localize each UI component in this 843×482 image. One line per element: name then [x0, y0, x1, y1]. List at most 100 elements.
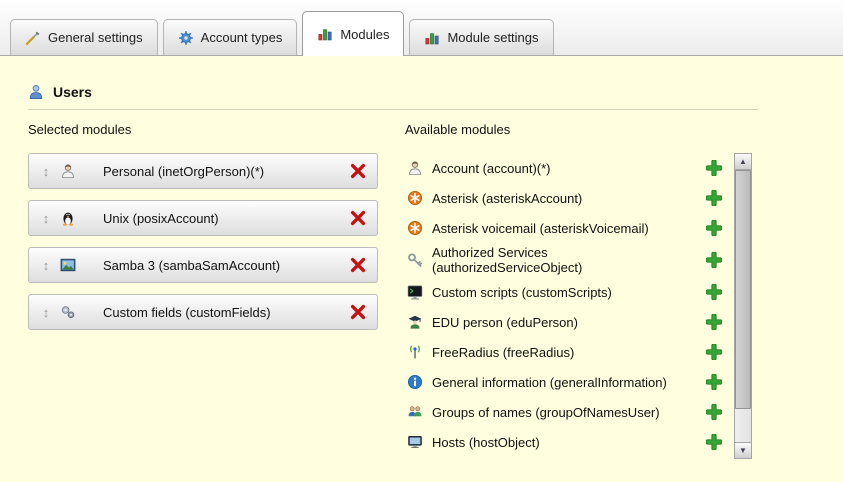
green-plus-icon: [706, 404, 722, 420]
selected-module-row[interactable]: ↕ Custom fields (customFields): [28, 294, 378, 330]
available-module-row: Custom scripts (customScripts): [405, 277, 734, 307]
drag-handle[interactable]: ↕: [39, 211, 53, 226]
tab-label: Module settings: [447, 30, 538, 45]
selected-module-label: Samba 3 (sambaSamAccount): [103, 258, 349, 273]
add-module-button[interactable]: [706, 374, 722, 390]
selected-module-row[interactable]: ↕ Personal (inetOrgPerson)(*): [28, 153, 378, 189]
tab-bar: General settings Account types Modules M…: [0, 0, 843, 56]
available-module-label: Groups of names (groupOfNamesUser): [432, 405, 660, 420]
tux-icon: [60, 210, 76, 226]
tab-general-settings[interactable]: General settings: [10, 19, 158, 55]
remove-module-button[interactable]: [349, 162, 367, 180]
add-module-button[interactable]: [706, 252, 722, 268]
columns: Selected modules ↕ Personal (inetOrgPers…: [28, 122, 843, 459]
asterisk-icon: [407, 190, 423, 206]
remove-module-button[interactable]: [349, 303, 367, 321]
available-module-label: EDU person (eduPerson): [432, 315, 578, 330]
green-plus-icon: [706, 344, 722, 360]
scrollbar-track[interactable]: [735, 170, 751, 442]
available-module-label: Asterisk voicemail (asteriskVoicemail): [432, 221, 649, 236]
red-x-icon: [349, 209, 367, 227]
red-x-icon: [349, 256, 367, 274]
available-modules-panel: Account (account)(*) Asterisk (asteriskA…: [405, 153, 752, 459]
radius-icon: [407, 344, 423, 360]
user-icon: [28, 84, 44, 100]
gear-icon: [178, 30, 194, 46]
available-modules-column: Available modules Account (account)(*) A…: [405, 122, 752, 459]
available-module-label: Authorized Services (authorizedServiceOb…: [432, 245, 682, 275]
available-modules-list: Account (account)(*) Asterisk (asteriskA…: [405, 153, 734, 457]
green-plus-icon: [706, 314, 722, 330]
red-x-icon: [349, 162, 367, 180]
section-title: Users: [53, 84, 92, 100]
green-plus-icon: [706, 434, 722, 450]
person-icon: [407, 160, 423, 176]
available-module-row: Asterisk voicemail (asteriskVoicemail): [405, 213, 734, 243]
available-module-row: FreeRadius (freeRadius): [405, 337, 734, 367]
image-icon: [60, 257, 76, 273]
selected-module-label: Custom fields (customFields): [103, 305, 349, 320]
selected-module-row[interactable]: ↕ Samba 3 (sambaSamAccount): [28, 247, 378, 283]
selected-module-row[interactable]: ↕ Unix (posixAccount): [28, 200, 378, 236]
tab-label: Account types: [201, 30, 283, 45]
drag-handle[interactable]: ↕: [39, 258, 53, 273]
add-module-button[interactable]: [706, 434, 722, 450]
green-plus-icon: [706, 284, 722, 300]
tab-account-types[interactable]: Account types: [163, 19, 298, 55]
green-plus-icon: [706, 220, 722, 236]
group-icon: [407, 404, 423, 420]
scroll-up-button[interactable]: ▲: [735, 154, 751, 170]
selected-module-label: Unix (posixAccount): [103, 211, 349, 226]
green-plus-icon: [706, 190, 722, 206]
divider: [28, 109, 758, 110]
content: Users Selected modules ↕ Personal (inetO…: [0, 56, 843, 459]
available-modules-heading: Available modules: [405, 122, 752, 137]
section-header: Users: [28, 84, 843, 100]
drag-handle[interactable]: ↕: [39, 305, 53, 320]
tools-icon: [25, 30, 41, 46]
tab-modules[interactable]: Modules: [302, 11, 404, 56]
page: General settings Account types Modules M…: [0, 0, 843, 482]
red-x-icon: [349, 303, 367, 321]
available-module-row: Authorized Services (authorizedServiceOb…: [405, 243, 734, 277]
add-module-button[interactable]: [706, 284, 722, 300]
scroll-down-button[interactable]: ▼: [735, 442, 751, 458]
add-module-button[interactable]: [706, 314, 722, 330]
add-module-button[interactable]: [706, 404, 722, 420]
remove-module-button[interactable]: [349, 209, 367, 227]
available-module-label: Account (account)(*): [432, 161, 551, 176]
person-icon: [60, 163, 76, 179]
available-module-row: EDU person (eduPerson): [405, 307, 734, 337]
available-module-label: General information (generalInformation): [432, 375, 667, 390]
add-module-button[interactable]: [706, 344, 722, 360]
available-module-row: Account (account)(*): [405, 153, 734, 183]
available-module-label: FreeRadius (freeRadius): [432, 345, 574, 360]
selected-modules-column: Selected modules ↕ Personal (inetOrgPers…: [28, 122, 378, 459]
available-modules-scrollbar[interactable]: ▲ ▼: [734, 153, 752, 459]
host-icon: [407, 434, 423, 450]
tab-label: Modules: [340, 27, 389, 42]
asterisk-icon: [407, 220, 423, 236]
drag-handle[interactable]: ↕: [39, 164, 53, 179]
green-plus-icon: [706, 160, 722, 176]
chart-icon: [317, 26, 333, 42]
available-module-label: Custom scripts (customScripts): [432, 285, 612, 300]
available-module-row: Hosts (hostObject): [405, 427, 734, 457]
available-module-row: Asterisk (asteriskAccount): [405, 183, 734, 213]
available-module-label: Hosts (hostObject): [432, 435, 540, 450]
add-module-button[interactable]: [706, 160, 722, 176]
gears-icon: [60, 304, 76, 320]
chart-icon: [424, 30, 440, 46]
add-module-button[interactable]: [706, 190, 722, 206]
selected-modules-list: ↕ Personal (inetOrgPerson)(*) ↕ Unix (po…: [28, 153, 378, 330]
available-module-row: General information (generalInformation): [405, 367, 734, 397]
selected-modules-heading: Selected modules: [28, 122, 378, 137]
tab-module-settings[interactable]: Module settings: [409, 19, 553, 55]
terminal-icon: [407, 284, 423, 300]
remove-module-button[interactable]: [349, 256, 367, 274]
selected-module-label: Personal (inetOrgPerson)(*): [103, 164, 349, 179]
scrollbar-thumb[interactable]: [735, 170, 751, 409]
add-module-button[interactable]: [706, 220, 722, 236]
edu-icon: [407, 314, 423, 330]
available-module-label: Asterisk (asteriskAccount): [432, 191, 582, 206]
